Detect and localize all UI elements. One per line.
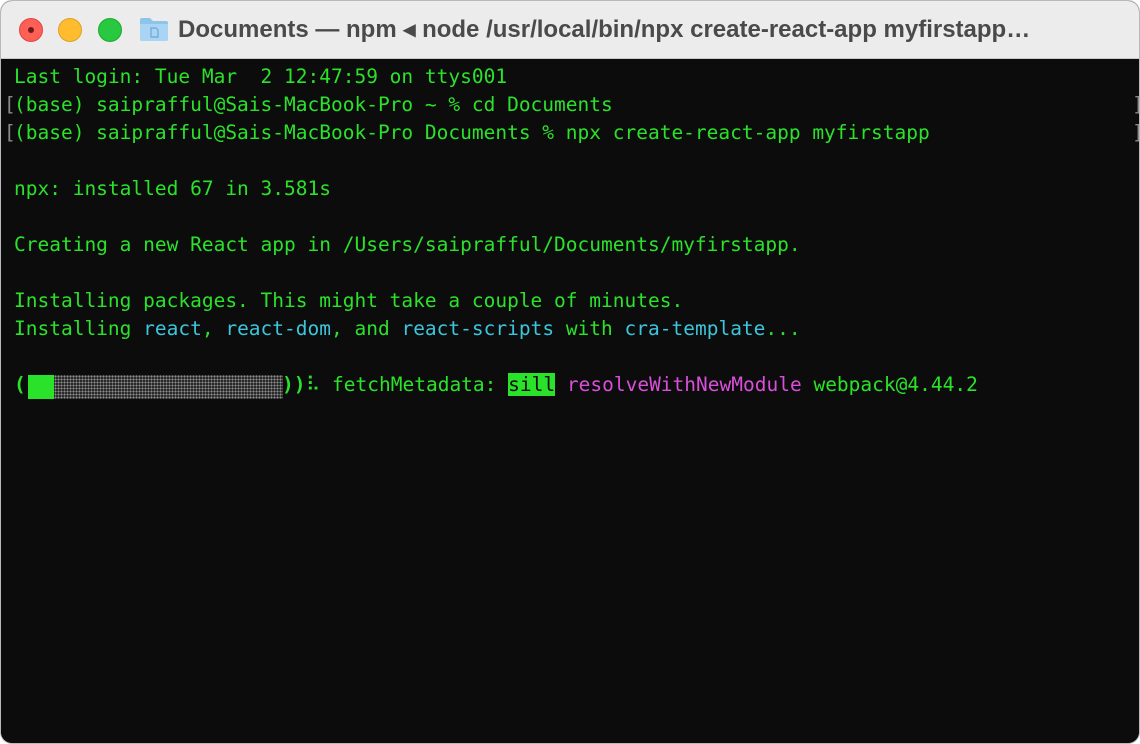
mark-bracket-right: ] [1132,91,1139,119]
terminal-output[interactable]: Last login: Tue Mar 2 12:47:59 on ttys00… [1,59,1139,743]
text-separator: , [201,317,226,340]
terminal-line-installing-deps: Installing react, react-dom, and react-s… [14,315,801,343]
terminal-line-creating: Creating a new React app in /Users/saipr… [14,233,801,256]
window-title: Documents — npm ◂ node /usr/local/bin/np… [178,16,1031,43]
text-with: with [554,317,625,340]
log-level-badge: sill [508,373,556,396]
folder-icon [140,18,168,41]
progress-close-paren: )) [282,373,306,396]
close-button[interactable] [19,18,43,42]
package-react-dom: react-dom [225,317,331,340]
package-react: react [143,317,202,340]
terminal-window: Documents — npm ◂ node /usr/local/bin/np… [0,0,1140,744]
text-ellipsis: ... [765,317,801,340]
spinner-icon: ⠧ [306,373,321,396]
title-bar[interactable]: Documents — npm ◂ node /usr/local/bin/np… [1,1,1139,59]
terminal-line-installed: npx: installed 67 in 3.581s [14,177,331,200]
terminal-line-last-login: Last login: Tue Mar 2 12:47:59 on ttys00… [14,65,508,88]
close-dot-icon [28,27,34,33]
mark-bracket-right: ] [1132,119,1139,147]
zoom-button[interactable] [98,18,122,42]
fetch-action: resolveWithNewModule [566,373,802,396]
package-react-scripts: react-scripts [401,317,555,340]
terminal-line-cd: (base) saiprafful@Sais-MacBook-Pro ~ % c… [14,93,613,116]
fetch-package: webpack@4.44.2 [813,373,978,396]
progress-bar-fill [28,375,54,399]
terminal-line-installing-packages: Installing packages. This might take a c… [14,289,684,312]
text-installing: Installing [14,317,144,340]
terminal-line-fetch-metadata: ⠧ fetchMetadata: sill resolveWithNewModu… [306,371,978,399]
package-cra-template: cra-template [624,317,766,340]
minimize-button[interactable] [58,18,82,42]
progress-bar-track [54,375,283,399]
terminal-line-npx: (base) saiprafful@Sais-MacBook-Pro Docum… [14,121,930,144]
text-separator: , and [331,317,402,340]
fetch-label: fetchMetadata: [332,373,497,396]
